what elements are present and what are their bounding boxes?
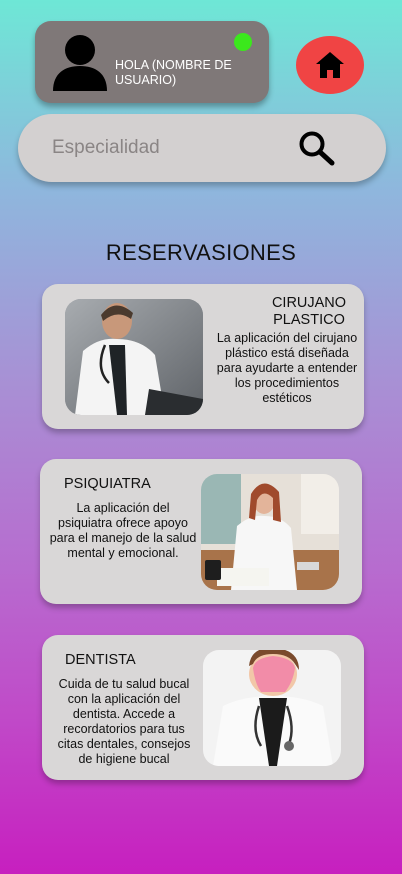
psychiatrist-photo [201,474,339,590]
card-description: La aplicación del psiquiatra ofrece apoy… [49,501,197,560]
user-silhouette-icon [53,35,107,91]
card-title: DENTISTA [65,652,136,668]
specialty-card-dentist[interactable]: DENTISTA Cuida de tu salud bucal con la … [42,635,364,780]
card-title: CIRUJANO PLASTICO [271,295,347,328]
online-status-dot [234,33,252,51]
specialty-card-psychiatrist[interactable]: PSIQUIATRA La aplicación del psiquiatra … [40,459,362,604]
search-icon[interactable] [298,130,336,166]
card-title: PSIQUIATRA [64,476,151,492]
doctor-photo [65,299,203,415]
home-icon [316,52,344,78]
search-bar [18,114,386,182]
search-input[interactable] [52,132,272,164]
card-description: La aplicación del cirujano plástico está… [216,331,358,405]
section-title: RESERVASIONES [105,240,297,265]
specialty-card-plastic-surgeon[interactable]: CIRUJANO PLASTICO La aplicación del ciru… [42,284,364,429]
dentist-photo [203,650,341,766]
user-profile-card[interactable]: HOLA (NOMBRE DE USUARIO) [35,21,269,103]
home-button[interactable] [296,36,364,94]
user-greeting: HOLA (NOMBRE DE USUARIO) [115,58,232,87]
card-description: Cuida de tu salud bucal con la aplicació… [57,677,191,766]
